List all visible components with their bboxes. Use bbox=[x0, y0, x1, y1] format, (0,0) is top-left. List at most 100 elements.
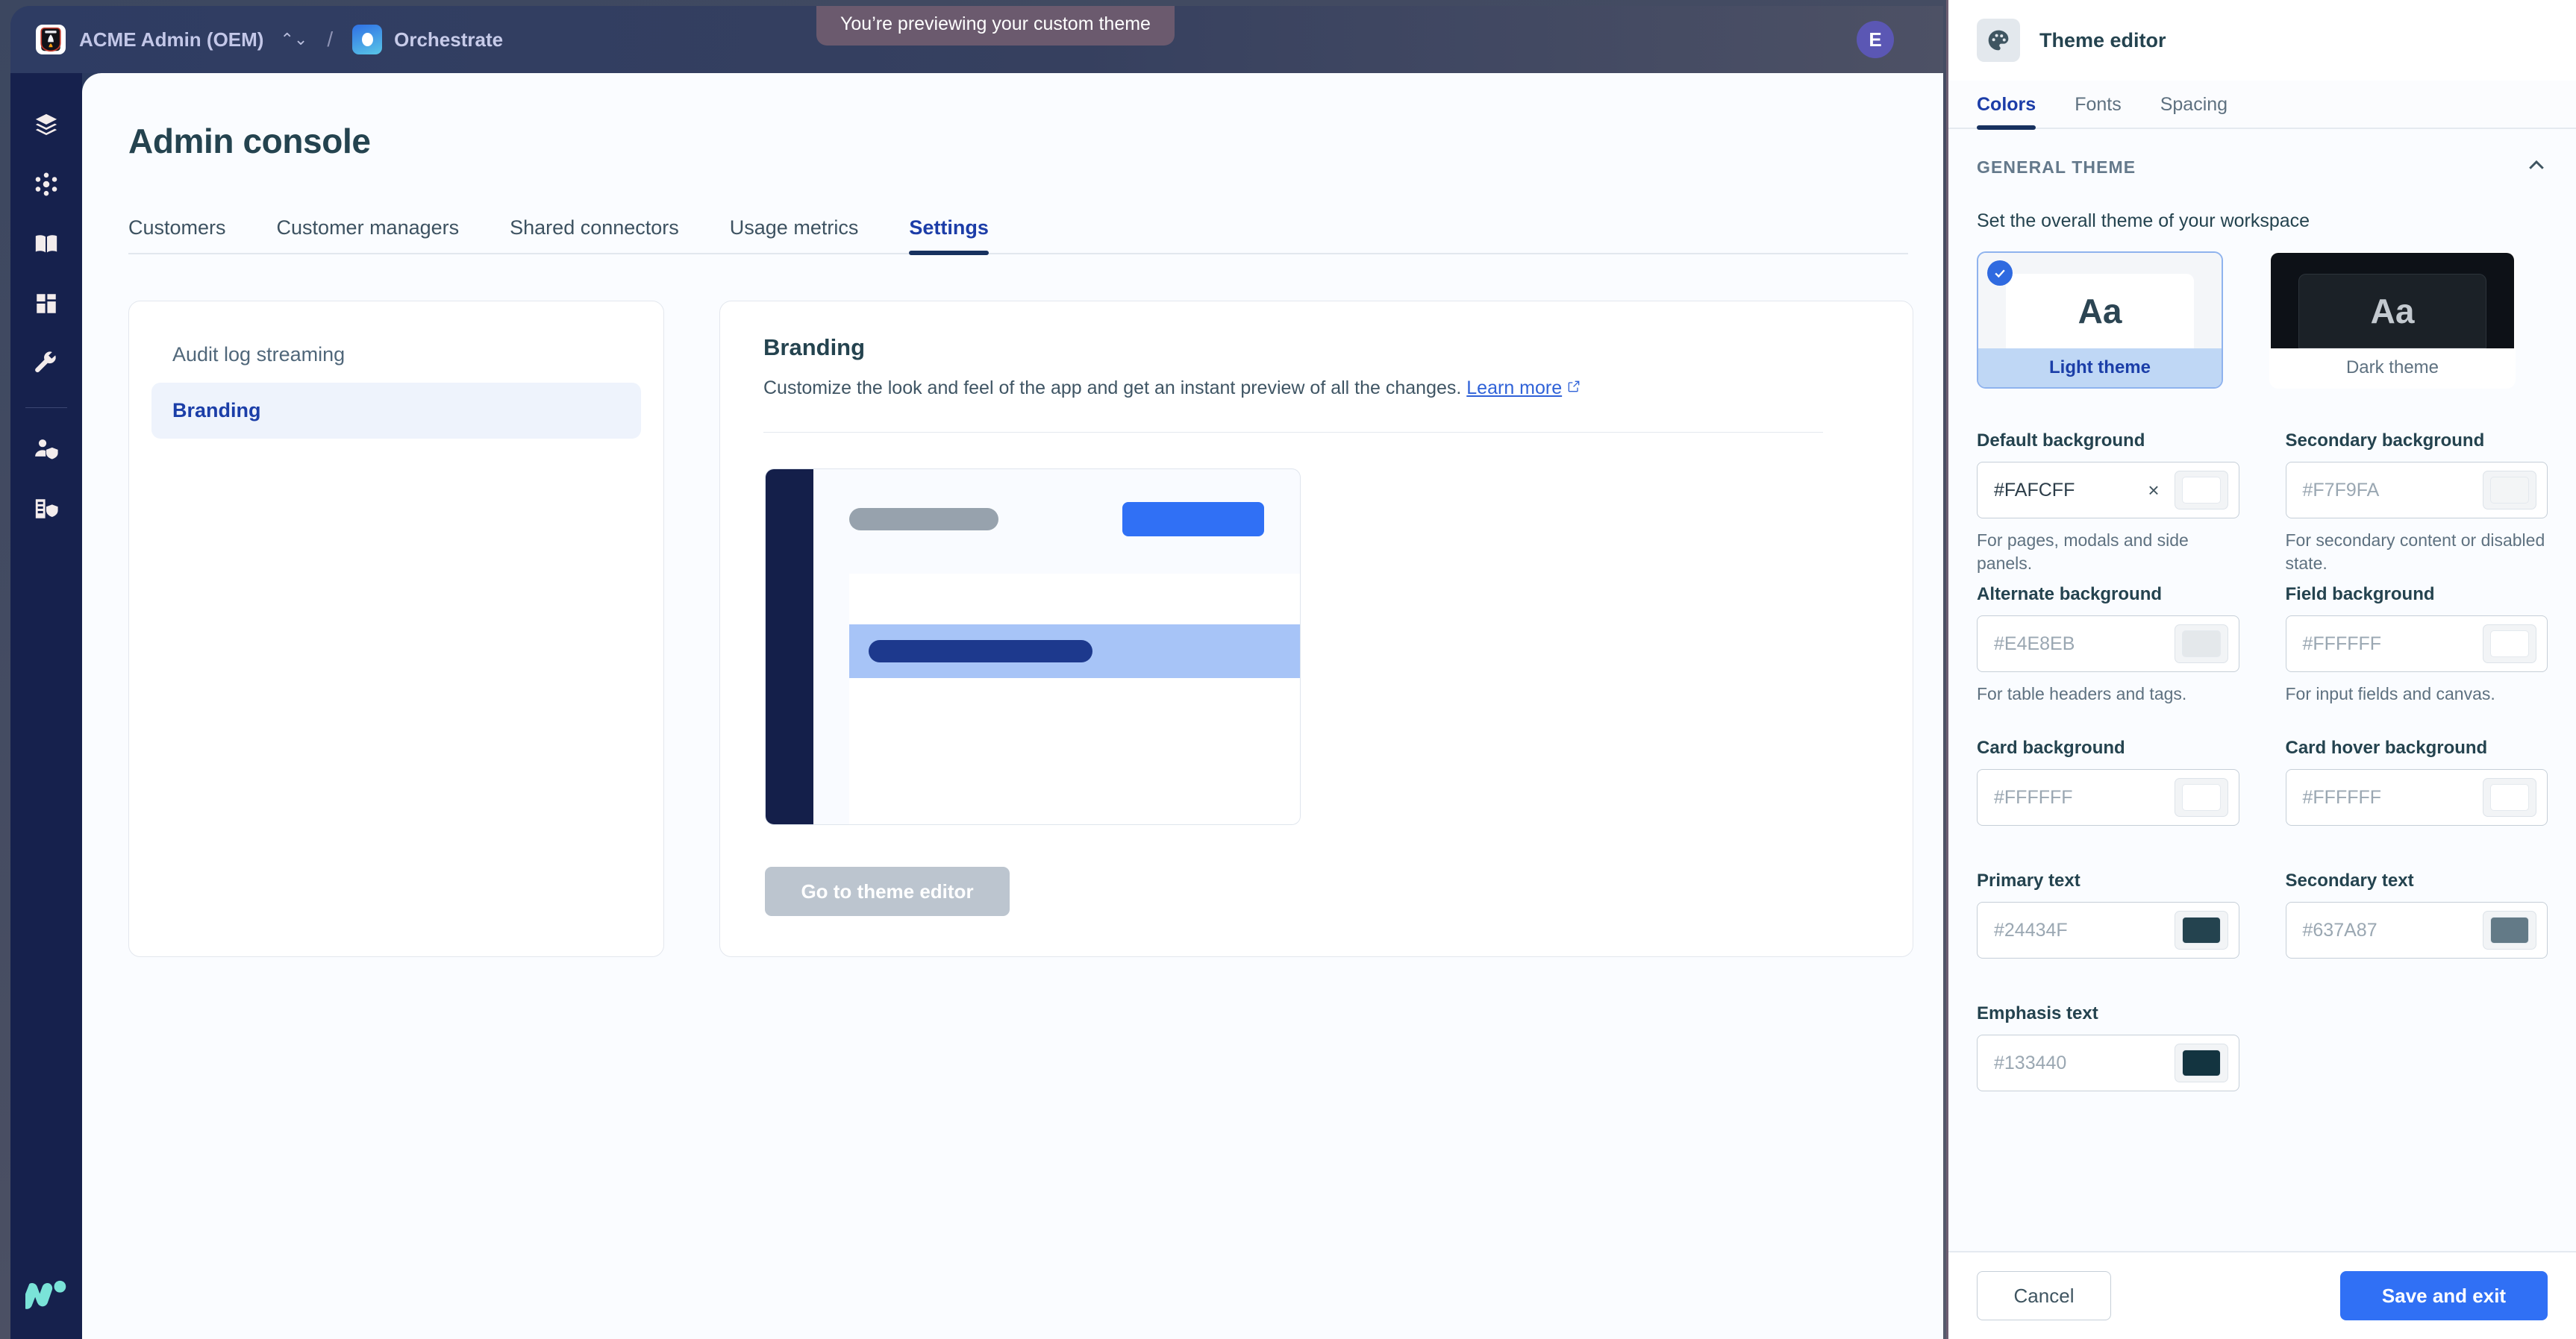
learn-more-link[interactable]: Learn more bbox=[1466, 377, 1562, 398]
color-field-help-secondary-background: For secondary content or disabled state. bbox=[2286, 529, 2548, 575]
chevron-up-icon[interactable] bbox=[2525, 154, 2548, 181]
theme-editor-scroll-area[interactable]: GENERAL THEME Set the overall theme of y… bbox=[1948, 129, 2576, 1251]
tab-colors[interactable]: Colors bbox=[1977, 81, 2036, 128]
side-nav-item-audit-log-streaming[interactable]: Audit log streaming bbox=[151, 327, 641, 383]
tab-customers[interactable]: Customers bbox=[128, 216, 226, 253]
mock-main bbox=[813, 469, 1300, 824]
color-input-default-background[interactable]: #FAFCFF × bbox=[1977, 462, 2239, 518]
theme-option-light-label: Light theme bbox=[1978, 348, 2222, 387]
color-input-card-hover-background[interactable]: #FFFFFF bbox=[2286, 769, 2548, 826]
color-swatch-fill bbox=[2490, 630, 2529, 657]
color-value-primary-text[interactable]: #24434F bbox=[1994, 920, 2164, 941]
color-field-label-card-background: Card background bbox=[1977, 738, 2239, 759]
mock-row-text bbox=[869, 640, 1092, 662]
save-and-exit-button[interactable]: Save and exit bbox=[2340, 1271, 2548, 1320]
theme-editor-title: Theme editor bbox=[2039, 29, 2166, 52]
theme-option-dark[interactable]: Aa Dark theme bbox=[2269, 251, 2516, 389]
product-name: Orchestrate bbox=[394, 28, 503, 51]
color-value-card-background[interactable]: #FFFFFF bbox=[1994, 787, 2164, 809]
color-field-field-background: Field background #FFFFFF For input fields … bbox=[2286, 584, 2548, 729]
theme-editor-panel: Theme editor Colors Fonts Spacing GENERA… bbox=[1946, 0, 2576, 1339]
color-field-label-secondary-background: Secondary background bbox=[2286, 430, 2548, 451]
color-swatch-fill bbox=[2490, 784, 2529, 811]
settings-side-nav: Audit log streaming Branding bbox=[128, 301, 664, 957]
color-value-alternate-background[interactable]: #E4E8EB bbox=[1994, 633, 2164, 655]
tab-settings[interactable]: Settings bbox=[909, 216, 989, 253]
color-input-card-background[interactable]: #FFFFFF bbox=[1977, 769, 2239, 826]
sidebar-item-user-shield[interactable] bbox=[22, 424, 71, 474]
side-nav-item-branding[interactable]: Branding bbox=[151, 383, 641, 439]
color-value-emphasis-text[interactable]: #133440 bbox=[1994, 1053, 2164, 1074]
color-field-default-background: Default background#FAFCFF×For pages, mod… bbox=[1977, 430, 2239, 575]
color-input-emphasis-text[interactable]: #133440 bbox=[1977, 1035, 2239, 1091]
color-value-default-background[interactable]: #FAFCFF bbox=[1994, 480, 2133, 501]
color-field-secondary-background: Secondary background #F7F9FA For secondary… bbox=[2286, 430, 2548, 575]
mock-panel bbox=[849, 574, 1300, 824]
theme-option-light[interactable]: Aa Light theme bbox=[1977, 251, 2223, 389]
color-input-secondary-text[interactable]: #637A87 bbox=[2286, 902, 2548, 959]
color-swatch-fill bbox=[2182, 784, 2221, 811]
sidebar-item-tools[interactable] bbox=[22, 339, 71, 388]
color-swatch-secondary-background[interactable] bbox=[2483, 471, 2536, 509]
color-swatch-field-background[interactable] bbox=[2483, 624, 2536, 663]
color-field-label-alternate-background: Alternate background bbox=[1977, 584, 2239, 605]
preview-theme-banner: You’re previewing your custom theme bbox=[816, 6, 1175, 46]
avatar[interactable]: E bbox=[1857, 21, 1894, 58]
color-value-card-hover-background[interactable]: #FFFFFF bbox=[2303, 787, 2473, 809]
color-field-label-field-background: Field background bbox=[2286, 584, 2548, 605]
color-swatch-emphasis-text[interactable] bbox=[2175, 1044, 2228, 1082]
sidebar-item-network-nodes[interactable] bbox=[22, 160, 71, 209]
general-theme-section-header[interactable]: GENERAL THEME bbox=[1977, 154, 2548, 181]
color-value-secondary-text[interactable]: #637A87 bbox=[2303, 920, 2473, 941]
color-field-emphasis-text: Emphasis text #133440 bbox=[1977, 1003, 2239, 1127]
color-swatch-fill bbox=[2490, 477, 2529, 504]
content-surface: Admin console Customers Customer manager… bbox=[82, 73, 1943, 1339]
color-input-alternate-background[interactable]: #E4E8EB bbox=[1977, 615, 2239, 672]
external-link-icon bbox=[1566, 377, 1581, 399]
tenant-switcher[interactable]: ACME Admin (OEM) ⌃⌄ bbox=[36, 25, 307, 54]
color-field-alternate-background: Alternate background#E4E8EBFor table hea… bbox=[1977, 584, 2239, 729]
tab-fonts[interactable]: Fonts bbox=[2075, 81, 2122, 128]
color-field-help-emphasis-text bbox=[1977, 1102, 2239, 1127]
color-field-card-background: Card background #FFFFFF bbox=[1977, 738, 2239, 862]
close-icon[interactable]: × bbox=[2143, 480, 2163, 500]
color-value-secondary-background[interactable]: #F7F9FA bbox=[2303, 480, 2473, 501]
color-swatch-alternate-background[interactable] bbox=[2175, 624, 2228, 663]
color-field-help-default-background: For pages, modals and side panels. bbox=[1977, 529, 2239, 575]
color-swatch-card-background[interactable] bbox=[2175, 778, 2228, 817]
color-field-label-primary-text: Primary text bbox=[1977, 871, 2239, 891]
color-swatch-default-background[interactable] bbox=[2175, 471, 2228, 509]
chevron-updown-icon[interactable]: ⌃⌄ bbox=[280, 31, 307, 48]
color-swatch-primary-text[interactable] bbox=[2175, 911, 2228, 950]
workato-w-logo-icon bbox=[25, 1279, 67, 1317]
tab-shared-connectors[interactable]: Shared connectors bbox=[510, 216, 679, 253]
theme-editor-header: Theme editor bbox=[1948, 0, 2576, 81]
cancel-button[interactable]: Cancel bbox=[1977, 1271, 2111, 1320]
color-field-label-emphasis-text: Emphasis text bbox=[1977, 1003, 2239, 1024]
theme-option-light-sample: Aa bbox=[2006, 274, 2194, 348]
rocket-badge-icon bbox=[36, 25, 66, 54]
tab-spacing[interactable]: Spacing bbox=[2160, 81, 2228, 128]
sidebar-item-dashboard[interactable] bbox=[22, 279, 71, 328]
tab-usage-metrics[interactable]: Usage metrics bbox=[730, 216, 859, 253]
go-to-theme-editor-button[interactable]: Go to theme editor bbox=[765, 867, 1010, 916]
color-value-field-background[interactable]: #FFFFFF bbox=[2303, 633, 2473, 655]
product-chip[interactable]: Orchestrate bbox=[352, 25, 503, 54]
card-divider bbox=[763, 432, 1823, 433]
tab-customer-managers[interactable]: Customer managers bbox=[277, 216, 460, 253]
sidebar-item-book[interactable] bbox=[22, 219, 71, 269]
rail-divider bbox=[25, 407, 67, 408]
color-field-help-field-background: For input fields and canvas. bbox=[2286, 683, 2548, 729]
color-field-card-hover-background: Card hover background#FFFFFF bbox=[2286, 738, 2548, 862]
color-swatch-secondary-text[interactable] bbox=[2483, 911, 2536, 950]
color-input-secondary-background[interactable]: #F7F9FA bbox=[2286, 462, 2548, 518]
color-input-field-background[interactable]: #FFFFFF bbox=[2286, 615, 2548, 672]
branding-description-text: Customize the look and feel of the app a… bbox=[763, 377, 1461, 398]
sidebar-item-building-shield[interactable] bbox=[22, 484, 71, 533]
mock-primary-button bbox=[1122, 502, 1264, 536]
color-swatch-card-hover-background[interactable] bbox=[2483, 778, 2536, 817]
sidebar-item-layers[interactable] bbox=[22, 100, 71, 149]
color-input-primary-text[interactable]: #24434F bbox=[1977, 902, 2239, 959]
window-frame: ACME Admin (OEM) ⌃⌄ / Orchestrate E You’… bbox=[10, 6, 1943, 1339]
app-window: ACME Admin (OEM) ⌃⌄ / Orchestrate E You’… bbox=[0, 0, 1949, 1339]
